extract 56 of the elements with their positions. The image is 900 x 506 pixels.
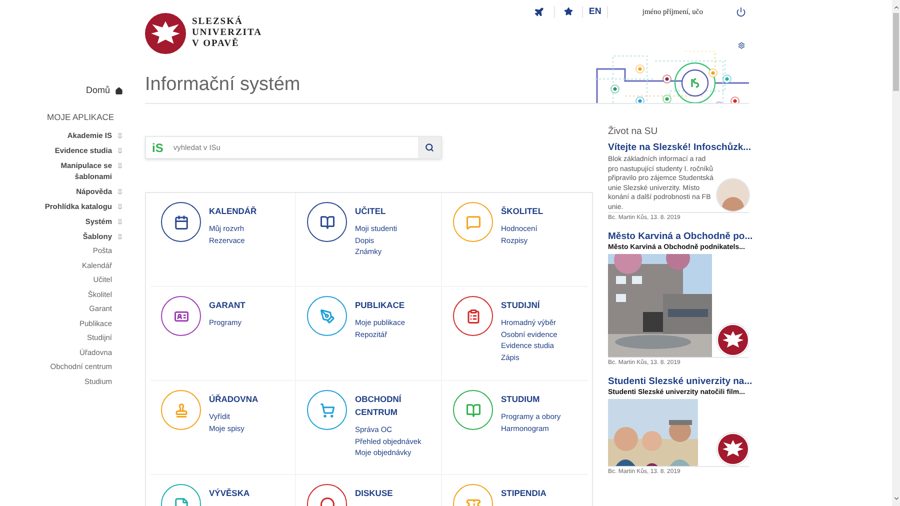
search-icon <box>425 143 434 152</box>
app-title[interactable]: DISKUSE <box>355 487 435 500</box>
author-avatar <box>717 179 749 212</box>
language-link[interactable]: EN <box>588 5 602 18</box>
app-title[interactable]: UČITEL <box>355 205 435 218</box>
app-title[interactable]: ÚŘADOVNA <box>209 393 289 406</box>
settings-icon[interactable] <box>738 42 745 49</box>
calendar-icon <box>174 214 188 230</box>
list-icon <box>466 308 480 324</box>
crest-badge-icon <box>718 325 748 356</box>
page-title: Informační systém <box>145 72 300 96</box>
open-book-icon <box>466 402 480 418</box>
pen-nib-icon <box>320 308 334 324</box>
crest-icon <box>145 13 186 54</box>
app-title[interactable]: KALENDÁŘ <box>209 205 289 218</box>
app-title[interactable]: STUDIJNÍ <box>501 299 581 312</box>
scrollbar[interactable] <box>892 0 900 506</box>
app-title[interactable]: STUDIUM <box>501 393 581 406</box>
shopping-cart-icon <box>320 402 334 418</box>
crest-badge-icon <box>718 434 748 464</box>
app-title[interactable]: GARANT <box>209 299 289 312</box>
app-title[interactable]: ŠKOLITEL <box>501 205 581 218</box>
stamp-icon <box>174 402 188 418</box>
speech-bubble-icon <box>466 214 480 230</box>
scroll-down-icon[interactable] <box>892 495 900 502</box>
search-button[interactable] <box>418 137 441 158</box>
news-heading: Život na SU <box>608 125 659 139</box>
logo-text: UNIVERZITA <box>192 28 262 38</box>
app-title[interactable]: STIPENDIA <box>501 487 581 500</box>
pin-icon[interactable] <box>117 163 123 170</box>
logout-icon[interactable] <box>736 6 746 17</box>
pin-icon[interactable] <box>117 234 123 240</box>
pin-icon[interactable] <box>117 204 123 210</box>
section-heading: MOJE APLIKACE <box>46 110 116 124</box>
scroll-up-icon[interactable] <box>892 4 900 11</box>
logo-text: V OPAVĚ <box>192 39 240 50</box>
app-title[interactable]: PUBLIKACE <box>355 299 435 312</box>
id-card-icon <box>174 308 188 324</box>
app-title[interactable]: OBCHODNÍ CENTRUM <box>355 393 435 419</box>
home-icon <box>115 86 123 95</box>
news-title[interactable]: Město Karviná a Obchodně po... <box>608 231 753 244</box>
news-title[interactable]: Vítejte na Slezské! Infoschůzk... <box>608 142 752 154</box>
plane-icon[interactable] <box>534 6 544 17</box>
university-logo[interactable]: SLEZSKÁ UNIVERZITA V OPAVĚ <box>145 13 262 54</box>
logo-text: SLEZSKÁ <box>192 17 244 28</box>
pin-icon[interactable] <box>117 148 123 154</box>
is-logo-icon: iS <box>152 138 164 156</box>
scrollbar-thumb[interactable] <box>893 13 899 91</box>
pin-icon[interactable] <box>117 133 123 140</box>
pin-icon[interactable] <box>117 219 123 226</box>
home-link[interactable]: Domů <box>0 84 123 98</box>
news-title[interactable]: Studenti Slezské univerzity na... <box>608 376 752 388</box>
book-icon <box>320 214 334 230</box>
star-icon[interactable] <box>564 7 573 16</box>
pin-icon[interactable] <box>117 189 123 196</box>
app-title[interactable]: VÝVĚSKA <box>209 487 289 500</box>
